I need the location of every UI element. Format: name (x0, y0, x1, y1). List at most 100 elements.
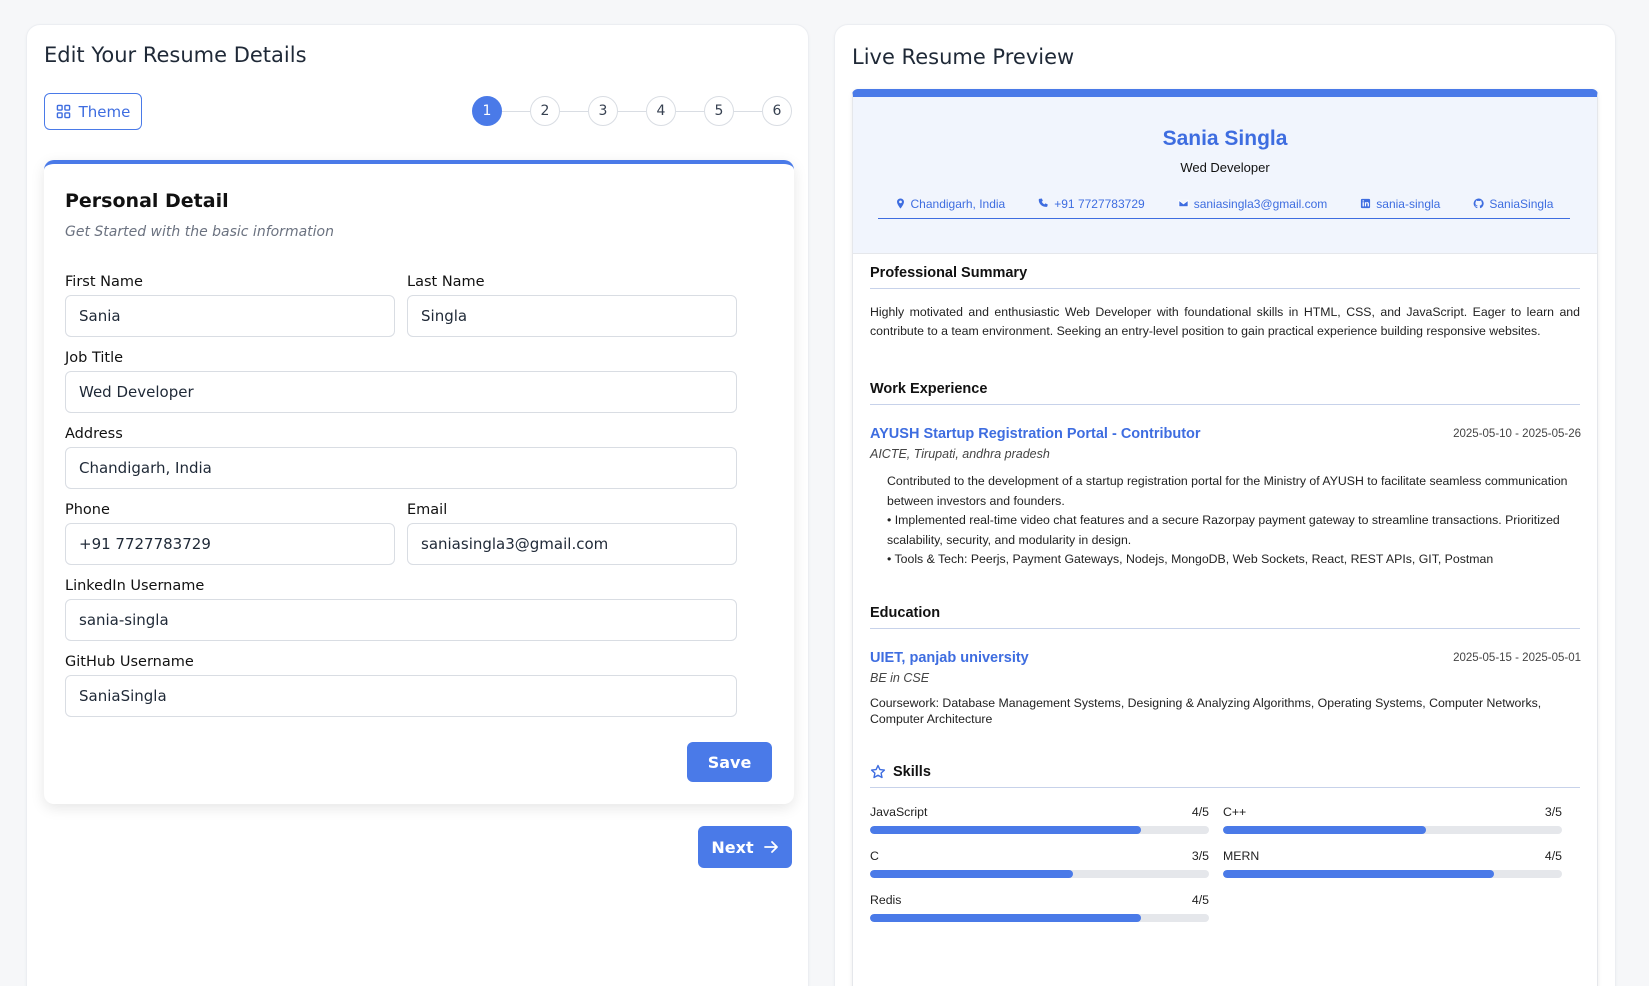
last-name-label: Last Name (407, 274, 485, 290)
education-dates: 2025-05-15 - 2025-05-01 (1453, 652, 1581, 664)
skill-rating: 4/5 (1191, 893, 1209, 907)
grid-icon (56, 104, 70, 119)
editor-panel: Edit Your Resume Details Theme 1 2 3 4 5… (26, 24, 809, 986)
next-button-label: Next (711, 837, 754, 857)
resume-header: Sania Singla Wed Developer Chandigarh, I… (853, 97, 1597, 254)
theme-button-label: Theme (78, 102, 131, 121)
preview-title: Live Resume Preview (852, 45, 1075, 69)
experience-line: • Implemented real-time video chat featu… (887, 513, 1560, 547)
resume-job-title: Wed Developer (1180, 160, 1270, 175)
contact-linkedin-text[interactable]: sania-singla (1376, 197, 1440, 211)
resume-name: Sania Singla (1162, 127, 1288, 150)
experience-heading: Work Experience (870, 381, 1580, 405)
address-field: Address Chandigarh, India (65, 426, 737, 489)
skill-bar (1223, 870, 1562, 878)
skill-bar (1223, 826, 1562, 834)
contact-email: saniasingla3@gmail.com (1178, 197, 1328, 211)
contact-email-text[interactable]: saniasingla3@gmail.com (1194, 197, 1328, 211)
job-title-input[interactable]: Wed Developer (65, 371, 737, 413)
form-title: Personal Detail (65, 190, 229, 212)
first-name-label: First Name (65, 274, 143, 290)
skill-item: MERN 4/5 (1223, 849, 1562, 878)
save-button[interactable]: Save (687, 742, 772, 782)
last-name-input[interactable]: Singla (407, 295, 737, 337)
map-pin-icon (896, 198, 904, 209)
linkedin-icon (1361, 198, 1371, 209)
experience-description: Contributed to the development of a star… (887, 472, 1581, 570)
skill-name: JavaScript (870, 805, 928, 819)
skill-bar-fill (870, 826, 1142, 834)
education-heading-text: Education (870, 605, 941, 621)
experience-line: Contributed to the development of a star… (887, 474, 1568, 508)
contact-location-text: Chandigarh, India (910, 196, 1006, 211)
step-connector (676, 110, 704, 112)
github-field: GitHub Username SaniaSingla (65, 654, 737, 717)
github-label: GitHub Username (65, 654, 194, 670)
skill-name: MERN (1223, 849, 1260, 863)
skill-name: Redis (870, 893, 902, 907)
last-name-field: Last Name Singla (407, 274, 737, 337)
skill-item: Redis 4/5 (870, 893, 1209, 922)
contact-github-text[interactable]: SaniaSingla (1489, 197, 1553, 211)
contact-github: SaniaSingla (1473, 197, 1553, 211)
education-heading: Education (870, 605, 1580, 629)
step-connector (560, 110, 588, 112)
github-icon (1473, 198, 1485, 209)
skill-bar-fill (870, 914, 1142, 922)
phone-input[interactable]: +91 7727783729 (65, 523, 395, 565)
skills-heading: Skills (870, 764, 1580, 788)
skill-name: C++ (1223, 805, 1247, 819)
skill-name: C (870, 849, 879, 863)
experience-company: AICTE, Tirupati, andhra pradesh (870, 447, 1050, 461)
next-button[interactable]: Next (698, 826, 792, 868)
github-input[interactable]: SaniaSingla (65, 675, 737, 717)
skills-heading-text: Skills (893, 764, 931, 780)
skill-bar-fill (1223, 870, 1495, 878)
resume-document: Sania Singla Wed Developer Chandigarh, I… (852, 89, 1598, 986)
phone-icon (1038, 198, 1048, 207)
skill-rating: 3/5 (1544, 805, 1562, 819)
contact-row: Chandigarh, India +91 7727783729 saniasi… (878, 193, 1570, 219)
email-input[interactable]: saniasingla3@gmail.com (407, 523, 737, 565)
linkedin-label: LinkedIn Username (65, 578, 205, 594)
summary-heading: Professional Summary (870, 265, 1580, 289)
contact-phone: +91 7727783729 (1038, 197, 1145, 211)
skill-rating: 3/5 (1191, 849, 1209, 863)
skill-rating: 4/5 (1191, 805, 1209, 819)
skill-item: C 3/5 (870, 849, 1209, 878)
skill-bar (870, 914, 1209, 922)
job-title-field: Job Title Wed Developer (65, 350, 737, 413)
step-connector (734, 110, 762, 112)
step-connector (502, 110, 530, 112)
contact-linkedin: sania-singla (1360, 197, 1440, 211)
address-input[interactable]: Chandigarh, India (65, 447, 737, 489)
step-connector (618, 110, 646, 112)
first-name-field: First Name Sania (65, 274, 395, 337)
preview-panel: Live Resume Preview Sania Singla Wed Dev… (834, 24, 1616, 986)
phone-label: Phone (65, 502, 110, 518)
address-label: Address (65, 426, 123, 442)
editor-title: Edit Your Resume Details (44, 43, 307, 67)
step-2[interactable]: 2 (530, 96, 560, 126)
first-name-input[interactable]: Sania (65, 295, 395, 337)
skill-item: JavaScript 4/5 (870, 805, 1209, 834)
step-4[interactable]: 4 (646, 96, 676, 126)
personal-detail-form: Personal Detail Get Started with the bas… (44, 160, 794, 804)
email-field: Email saniasingla3@gmail.com (407, 502, 737, 565)
arrow-right-icon (763, 841, 778, 853)
step-6[interactable]: 6 (762, 96, 792, 126)
skill-item: C++ 3/5 (1223, 805, 1562, 834)
step-3[interactable]: 3 (588, 96, 618, 126)
skill-bar (870, 826, 1209, 834)
linkedin-input[interactable]: sania-singla (65, 599, 737, 641)
education-degree: BE in CSE (870, 671, 930, 685)
skill-rating: 4/5 (1544, 849, 1562, 863)
phone-field: Phone +91 7727783729 (65, 502, 395, 565)
step-1[interactable]: 1 (472, 96, 502, 126)
skill-bar (870, 870, 1209, 878)
education-coursework: Coursework: Database Management Systems,… (870, 696, 1542, 726)
contact-location: Chandigarh, India (895, 196, 1006, 211)
theme-button[interactable]: Theme (44, 93, 142, 130)
step-5[interactable]: 5 (704, 96, 734, 126)
experience-title: AYUSH Startup Registration Portal - Cont… (870, 426, 1201, 442)
